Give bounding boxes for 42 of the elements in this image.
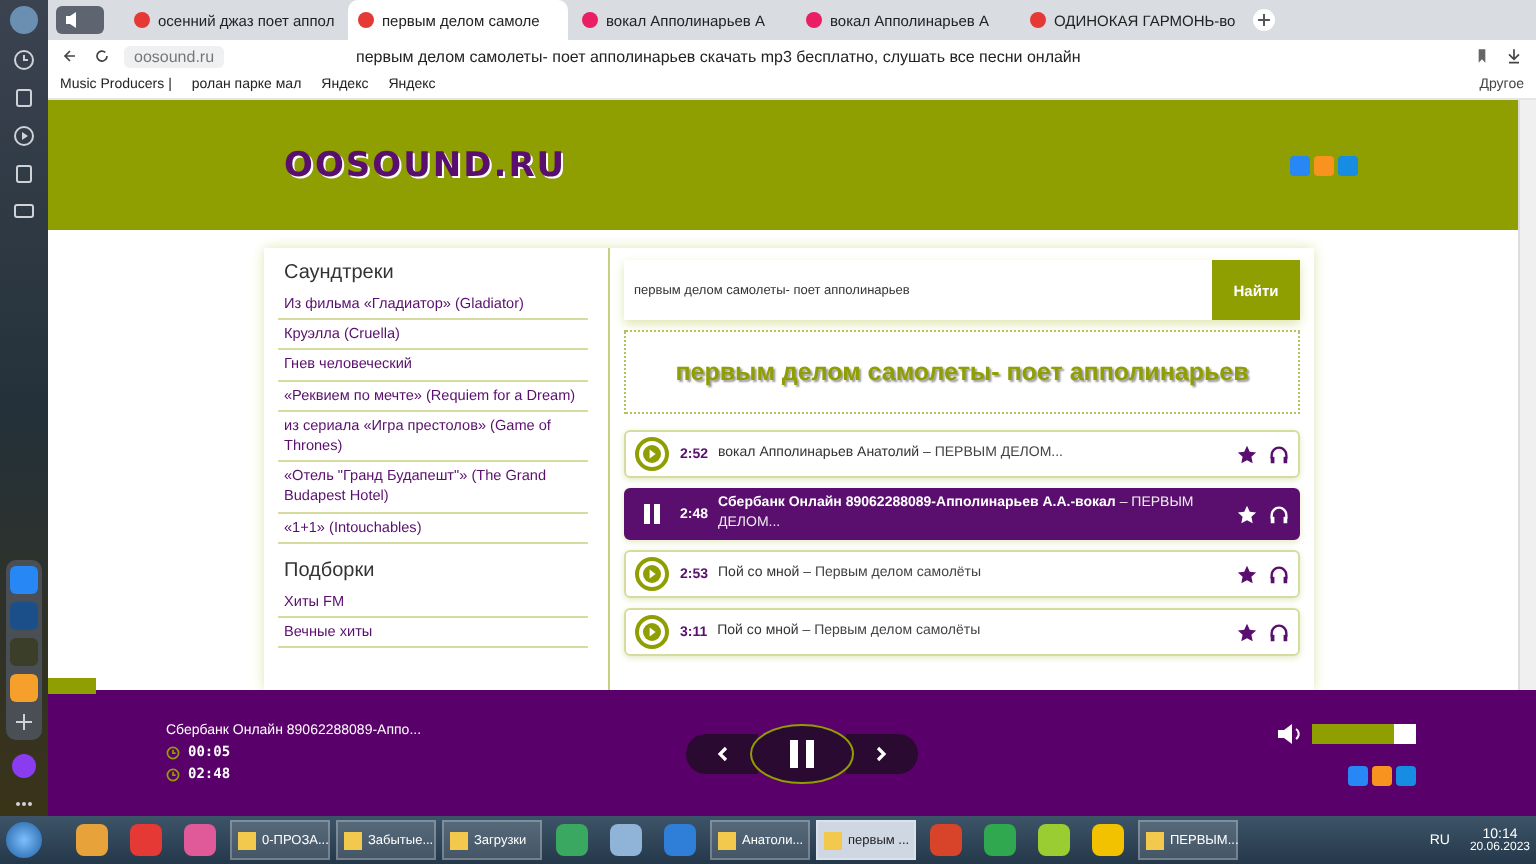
reload-icon[interactable] (92, 46, 112, 66)
plus-icon[interactable] (12, 710, 36, 734)
section-heading: Саундтреки (282, 260, 396, 288)
headphones-icon[interactable] (1268, 621, 1290, 643)
screen-icon[interactable] (12, 200, 36, 224)
assistant-icon[interactable] (12, 754, 36, 778)
headphones-icon[interactable] (1268, 443, 1290, 465)
speaker-icon[interactable] (56, 6, 104, 34)
clock-icon[interactable] (12, 48, 36, 72)
previous-button[interactable] (686, 733, 758, 773)
star-icon[interactable] (1236, 443, 1258, 465)
clock-icon (166, 745, 180, 759)
app-icon[interactable] (184, 824, 216, 856)
app-icon[interactable] (610, 824, 642, 856)
headphones-icon[interactable] (1268, 503, 1290, 525)
site-logo[interactable]: OOSOUND.RU (284, 145, 567, 185)
scrollbar[interactable] (1518, 100, 1536, 690)
clock-icon (166, 767, 180, 781)
star-icon[interactable] (1236, 563, 1258, 585)
star-icon[interactable] (1236, 621, 1258, 643)
app-icon[interactable] (130, 824, 162, 856)
page-heading: первым делом самолеты- поет апполинарьев (675, 358, 1249, 386)
app-icon[interactable] (556, 824, 588, 856)
new-tab-icon[interactable] (1252, 8, 1276, 32)
volume-icon[interactable] (1276, 721, 1304, 745)
section-heading: Подборки (282, 557, 377, 586)
next-button[interactable] (846, 733, 918, 773)
avatar-icon[interactable] (10, 6, 38, 34)
star-icon[interactable] (1236, 503, 1258, 525)
app-icon[interactable] (984, 824, 1016, 856)
app-icon[interactable] (1038, 824, 1070, 856)
app-icon[interactable] (76, 824, 108, 856)
start-button[interactable] (6, 822, 42, 858)
document-icon[interactable] (12, 86, 36, 110)
address-field[interactable]: oosound.ru (124, 45, 224, 67)
back-icon[interactable] (60, 46, 80, 66)
app-icon[interactable] (1092, 824, 1124, 856)
play-icon[interactable] (12, 124, 36, 148)
headphones-icon[interactable] (1268, 563, 1290, 585)
page-title: первым делом самолеты- поет апполинарьев скачать mp3 бесплатно, слушать все песни онлайн (354, 47, 1083, 65)
volume-slider[interactable] (1312, 723, 1416, 743)
download-icon[interactable] (1504, 46, 1524, 66)
